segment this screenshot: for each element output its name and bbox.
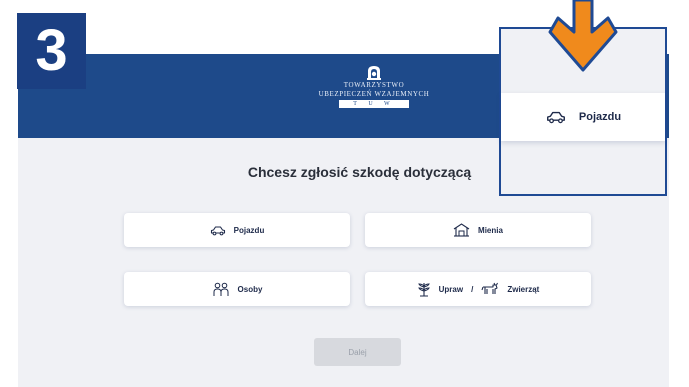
house-icon — [453, 223, 470, 237]
tuw-logo: TOWARZYSTWO UBEZPIECZEŃ WZAJEMNYCH T U W — [304, 63, 444, 108]
persons-icon — [213, 282, 229, 296]
down-arrow-icon — [548, 0, 618, 72]
zoom-vehicle-label: Pojazdu — [578, 111, 622, 123]
option-crops-animals-button[interactable]: Upraw / Zwierząt — [365, 272, 591, 306]
animal-icon — [481, 282, 499, 294]
car-icon — [546, 111, 565, 124]
option-vehicle-label: Pojazdu — [233, 225, 265, 235]
logo-line-1: TOWARZYSTWO — [343, 81, 405, 89]
option-property-label: Mienia — [478, 225, 503, 235]
tuw-logo-icon — [367, 66, 381, 80]
option-crops-label: Upraw — [438, 284, 464, 294]
zoom-vehicle-button[interactable]: Pojazdu — [501, 93, 665, 141]
step-number-badge: 3 — [17, 13, 86, 89]
crop-icon — [417, 282, 430, 296]
option-vehicle-button[interactable]: Pojazdu — [124, 213, 350, 247]
logo-line-2: UBEZPIECZEŃ WZAJEMNYCH — [318, 90, 430, 98]
option-animals-label: Zwierząt — [507, 284, 540, 294]
logo-line-3: T U W — [339, 100, 409, 108]
option-separator: / — [471, 284, 474, 294]
option-property-button[interactable]: Mienia — [365, 213, 591, 247]
next-button[interactable]: Dalej — [314, 338, 401, 366]
option-persons-button[interactable]: Osoby — [124, 272, 350, 306]
car-icon — [210, 225, 225, 235]
option-persons-label: Osoby — [237, 284, 263, 294]
